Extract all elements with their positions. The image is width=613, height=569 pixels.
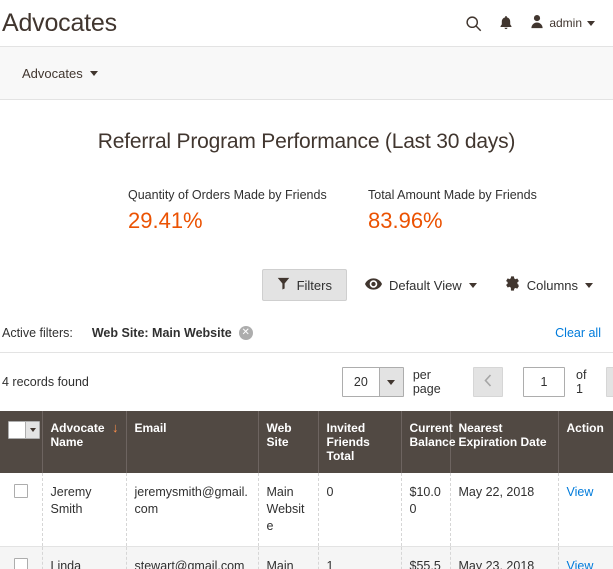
columns-dropdown[interactable]: Columns (487, 269, 603, 301)
header-tools: admin (465, 14, 599, 32)
view-link[interactable]: View (567, 485, 594, 499)
row-checkbox[interactable] (13, 484, 28, 498)
stat-value: 83.96% (368, 208, 443, 233)
page-total-label: of 1 (576, 368, 587, 396)
performance-title: Referral Program Performance (Last 30 da… (97, 130, 516, 153)
cell-current-balance: $55.50 (401, 546, 451, 569)
default-view-dropdown[interactable]: Default View (347, 271, 487, 300)
row-select-cell[interactable] (0, 473, 43, 547)
table-header: Advocate Name ↓ Email Web Site Invited F… (0, 411, 613, 473)
breadcrumb-item-advocates[interactable]: Advocates (22, 66, 98, 81)
active-filters-bar: Active filters: Web Site: Main Website ✕… (0, 314, 613, 353)
next-page-button[interactable] (606, 367, 613, 397)
column-header-select-all[interactable] (0, 411, 43, 473)
eye-icon (364, 277, 382, 293)
chevron-left-icon (484, 373, 492, 391)
stat-value: 29.41% (128, 208, 203, 233)
cell-nearest-expiration-date: May 22, 2018 (450, 473, 559, 547)
admin-header: Advocates admin (0, 0, 613, 46)
sort-descending-icon: ↓ (112, 420, 119, 435)
cell-action: View (558, 546, 613, 569)
records-pagination-bar: 4 records found 20 per page of 1 (0, 353, 613, 411)
cell-email: jeremysmith@gmail.com (126, 473, 259, 547)
chevron-down-icon (468, 282, 477, 288)
column-header-current-balance[interactable]: Current Balance (401, 411, 456, 473)
cell-invited-friends-total: 1 (318, 546, 402, 569)
chevron-down-icon (89, 70, 98, 76)
per-page-label: per page (412, 368, 441, 396)
stat-orders-by-friends: Quantity of Orders Made by Friends 29.41… (128, 188, 368, 234)
filters-label: Filters (296, 277, 332, 293)
active-filters-label: Active filters: (2, 326, 73, 340)
page-title: Advocates (2, 9, 117, 37)
chevron-down-icon (378, 368, 403, 396)
grid-toolbar: Filters Default View Columns (0, 234, 613, 301)
select-all-dropdown[interactable] (8, 421, 40, 439)
active-filter-text: Web Site: Main Website (91, 326, 232, 340)
column-label: Invited Friends Total (326, 421, 370, 463)
default-view-label: Default View (388, 277, 462, 293)
close-circle-icon[interactable]: ✕ (238, 326, 253, 340)
previous-page-button[interactable] (473, 367, 504, 397)
per-page-select[interactable]: 20 (341, 367, 404, 397)
performance-section: Referral Program Performance (Last 30 da… (0, 100, 613, 234)
table-row: Jeremy Smith jeremysmith@gmail.com Main … (0, 473, 613, 547)
column-label: Web Site (266, 421, 292, 449)
column-label: Current Balance (409, 421, 456, 449)
bell-icon[interactable] (499, 15, 513, 31)
columns-label: Columns (526, 277, 578, 293)
table-row: Linda Stewart stewart@gmail.com Main Web… (0, 546, 613, 569)
column-label: Nearest Expiration Date (458, 421, 547, 449)
user-avatar-icon (530, 14, 544, 32)
stat-label: Total Amount Made by Friends (368, 188, 537, 202)
page-number-input[interactable] (523, 367, 566, 397)
active-filter-chip: Web Site: Main Website ✕ (92, 326, 253, 340)
cell-current-balance: $10.00 (401, 473, 451, 547)
table-body: Jeremy Smith jeremysmith@gmail.com Main … (0, 473, 613, 569)
filters-button[interactable]: Filters (261, 269, 347, 301)
cell-nearest-expiration-date: May 23, 2018 (450, 546, 559, 569)
column-header-nearest-expiration-date[interactable]: Nearest Expiration Date (450, 411, 559, 473)
row-select-cell[interactable] (0, 546, 43, 569)
clear-all-link[interactable]: Clear all (555, 326, 605, 340)
funnel-icon (277, 277, 290, 293)
gear-icon (505, 276, 520, 294)
column-header-web-site[interactable]: Web Site (258, 411, 319, 473)
cell-advocate-name: Linda Stewart (42, 546, 127, 569)
table-header-row: Advocate Name ↓ Email Web Site Invited F… (0, 411, 613, 473)
cell-web-site: Main Website (258, 546, 319, 569)
select-all-checkbox[interactable] (9, 422, 25, 438)
advocates-table: Advocate Name ↓ Email Web Site Invited F… (0, 411, 613, 569)
cell-web-site: Main Website (258, 473, 319, 547)
stat-label: Quantity of Orders Made by Friends (128, 188, 327, 202)
records-found-label: 4 records found (2, 375, 89, 389)
column-label: Email (134, 421, 167, 435)
per-page-value: 20 (353, 375, 368, 389)
chevron-down-icon (25, 422, 39, 438)
user-menu[interactable]: admin (530, 14, 595, 32)
chevron-down-icon (587, 20, 595, 26)
cell-invited-friends-total: 0 (318, 473, 402, 547)
column-header-invited-friends-total[interactable]: Invited Friends Total (318, 411, 402, 473)
breadcrumb-label: Advocates (22, 65, 83, 81)
chevron-down-icon (585, 282, 593, 288)
column-header-action: Action (558, 411, 613, 473)
breadcrumb: Advocates (0, 46, 613, 100)
column-label: Advocate Name (50, 421, 105, 449)
user-name: admin (549, 16, 582, 30)
pagination-controls: 20 per page of 1 (341, 367, 613, 397)
view-link[interactable]: View (567, 559, 594, 569)
row-checkbox[interactable] (13, 557, 28, 569)
performance-stats: Quantity of Orders Made by Friends 29.41… (0, 154, 613, 234)
column-label: Action (566, 421, 604, 435)
search-icon[interactable] (465, 15, 482, 32)
cell-email: stewart@gmail.com (126, 546, 259, 569)
cell-action: View (558, 473, 613, 547)
column-header-advocate-name[interactable]: Advocate Name ↓ (42, 411, 127, 473)
stat-amount-by-friends: Total Amount Made by Friends 83.96% (368, 188, 537, 234)
cell-advocate-name: Jeremy Smith (42, 473, 127, 547)
column-header-email[interactable]: Email (126, 411, 259, 473)
